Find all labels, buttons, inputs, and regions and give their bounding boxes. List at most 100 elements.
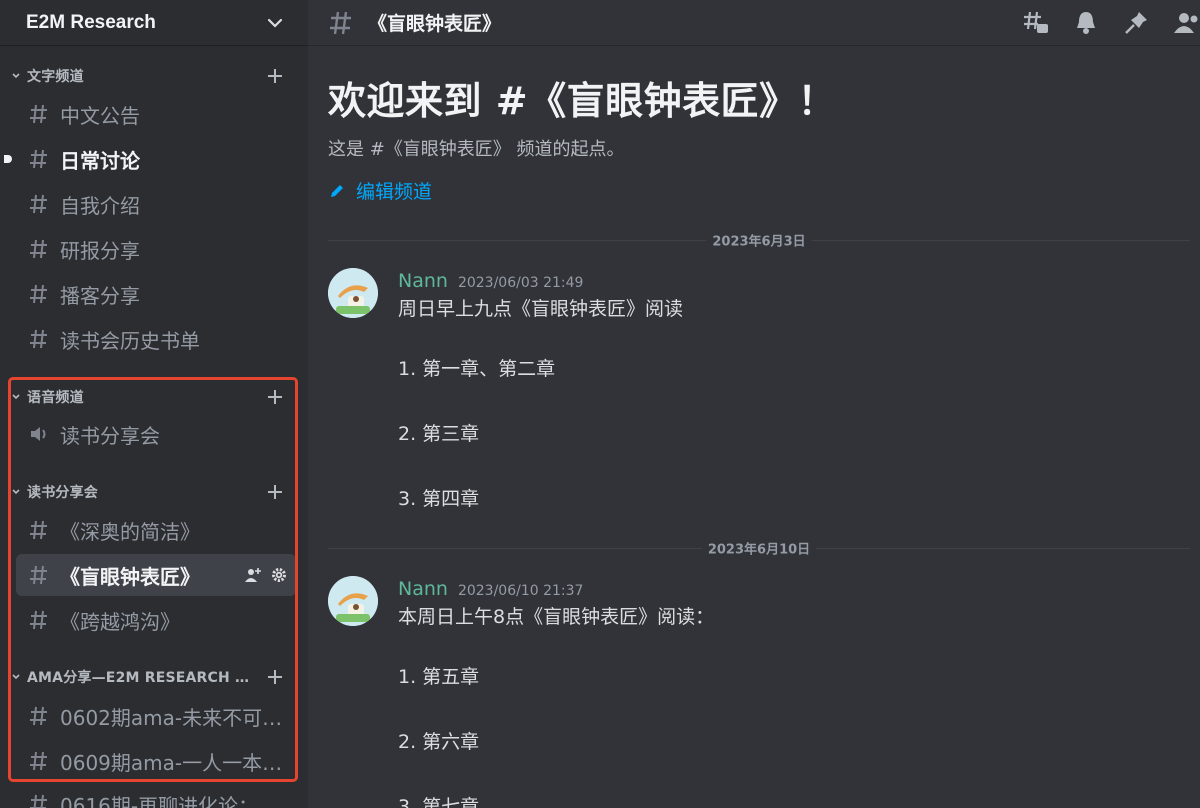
date-divider: 2023年6月3日 [328, 230, 1190, 250]
category-label: 文字频道 [27, 69, 84, 85]
hash-icon [30, 794, 47, 808]
hash-icon [30, 565, 47, 585]
threads-icon[interactable] [1022, 9, 1050, 37]
message-timestamp: 2023/06/10 21:37 [457, 583, 584, 599]
category-text-channels[interactable]: 文字频道 [0, 65, 308, 87]
welcome-subtitle: 这是 #《盲眼钟表匠》 频道的起点。 [328, 139, 625, 160]
speaker-icon [31, 427, 46, 441]
message-header: Nann 2023/06/10 21:37 [398, 578, 583, 600]
message-line: 本周日上午8点《盲眼钟表匠》阅读： [398, 606, 715, 628]
chevron-down-icon [12, 394, 20, 400]
date-divider-label: 2023年6月10日 [701, 538, 817, 558]
hash-icon [30, 520, 47, 540]
message-line: 周日早上九点《盲眼钟表匠》阅读 [398, 298, 684, 320]
channel-label: 自我介绍 [60, 193, 140, 218]
channel-label: 0602期ama-未来不可预... [60, 705, 288, 730]
message-line: 1. 第一章、第二章 [398, 358, 556, 380]
hash-icon [330, 11, 351, 34]
channel-label: 播客分享 [60, 283, 140, 308]
chat-area: 《盲眼钟表匠》 欢迎来到 #《盲眼钟表匠》！ 这是 #《盲眼钟表匠》 频道的起点… [308, 0, 1200, 808]
channel-label: 0616期-再聊进化论：进... [60, 793, 288, 808]
chevron-down-icon [12, 73, 20, 79]
hash-icon [30, 751, 47, 771]
avatar-image [328, 576, 378, 626]
unread-indicator [4, 155, 12, 163]
voice-channel-item[interactable]: 读书分享会 [16, 413, 296, 455]
channel-header: 《盲眼钟表匠》 [308, 0, 1200, 46]
hash-icon [30, 104, 47, 124]
channel-label: 读书分享会 [60, 423, 160, 448]
add-channel-icon[interactable] [266, 67, 284, 85]
channel-item[interactable]: 播客分享 [16, 273, 296, 315]
server-header[interactable]: E2M Research [0, 0, 308, 46]
channel-actions [244, 566, 288, 584]
edit-channel-link[interactable]: 编辑频道 [328, 177, 836, 204]
add-channel-icon[interactable] [266, 668, 284, 686]
channel-item[interactable]: 0609期ama-一人一本书... [16, 740, 296, 782]
add-channel-icon[interactable] [266, 388, 284, 406]
message-line: 2. 第三章 [398, 423, 480, 445]
category-label: AMA分享—E2M RESEARCH TWI... [27, 670, 255, 686]
channel-sidebar: E2M Research 文字频道 中文公告 日常讨论 自我介绍 研报分享 播客… [0, 0, 308, 808]
channel-item[interactable]: 日常讨论 [4, 138, 296, 180]
avatar[interactable] [328, 576, 378, 626]
channel-item[interactable]: 研报分享 [16, 228, 296, 270]
channel-item[interactable]: 中文公告 [16, 93, 296, 135]
gear-icon[interactable] [270, 566, 288, 584]
hash-icon [30, 329, 47, 349]
invite-user-icon[interactable] [244, 566, 262, 584]
channel-item[interactable]: 读书会历史书单 [16, 318, 296, 360]
hash-icon [30, 610, 47, 630]
chevron-down-icon [12, 489, 20, 495]
channel-label: 《盲眼钟表匠》 [60, 564, 200, 589]
channel-title: 《盲眼钟表匠》 [368, 13, 502, 35]
category-label: 读书分享会 [27, 485, 98, 501]
channel-item[interactable]: 0616期-再聊进化论：进... [16, 783, 296, 808]
header-toolbar [1022, 9, 1200, 37]
pencil-icon [331, 184, 343, 197]
bell-icon[interactable] [1072, 9, 1100, 37]
channel-label: 《深奥的简洁》 [60, 519, 200, 544]
member-list-icon[interactable] [1172, 9, 1200, 37]
server-name: E2M Research [26, 11, 156, 33]
message-line: 1. 第五章 [398, 666, 480, 688]
date-divider-label: 2023年6月3日 [706, 230, 812, 250]
channel-label: 读书会历史书单 [60, 328, 200, 353]
author-name[interactable]: Nann [398, 270, 448, 292]
channel-item[interactable]: 《跨越鸿沟》 [16, 599, 296, 641]
welcome-title: 欢迎来到 #《盲眼钟表匠》！ [328, 79, 837, 123]
hash-icon [30, 149, 47, 169]
category-reading[interactable]: 读书分享会 [0, 481, 308, 503]
category-label: 语音频道 [27, 390, 84, 406]
channel-item[interactable]: 《深奥的简洁》 [16, 509, 296, 551]
chevron-down-icon [12, 674, 20, 680]
author-name[interactable]: Nann [398, 578, 448, 600]
message-line: 2. 第六章 [398, 731, 480, 753]
message-line: 3. 第七章 [398, 796, 480, 808]
channel-welcome: 欢迎来到 #《盲眼钟表匠》！ 这是 #《盲眼钟表匠》 频道的起点。 编辑频道 [328, 70, 836, 204]
hash-icon [30, 284, 47, 304]
channel-item-selected[interactable]: 《盲眼钟表匠》 [16, 554, 296, 596]
avatar-image [328, 268, 378, 318]
hash-icon [30, 239, 47, 259]
channel-item[interactable]: 0602期ama-未来不可预... [16, 695, 296, 737]
message-timestamp: 2023/06/03 21:49 [457, 275, 584, 291]
pin-icon[interactable] [1122, 9, 1150, 37]
message-line: 3. 第四章 [398, 488, 480, 510]
category-voice-channels[interactable]: 语音频道 [0, 386, 308, 408]
chevron-down-icon[interactable] [266, 14, 284, 32]
channel-label: 研报分享 [60, 238, 140, 263]
date-divider: 2023年6月10日 [328, 538, 1190, 558]
channel-label: 中文公告 [60, 103, 140, 128]
edit-channel-label: 编辑频道 [356, 181, 433, 203]
message-header: Nann 2023/06/03 21:49 [398, 270, 583, 292]
channel-label: 《跨越鸿沟》 [60, 609, 180, 634]
hash-icon [30, 706, 47, 726]
avatar[interactable] [328, 268, 378, 318]
channel-item[interactable]: 自我介绍 [16, 183, 296, 225]
add-channel-icon[interactable] [266, 483, 284, 501]
channel-label: 日常讨论 [60, 148, 140, 173]
channel-label: 0609期ama-一人一本书... [60, 750, 288, 775]
hash-icon [30, 194, 47, 214]
category-ama[interactable]: AMA分享—E2M RESEARCH TWI... [0, 666, 308, 688]
